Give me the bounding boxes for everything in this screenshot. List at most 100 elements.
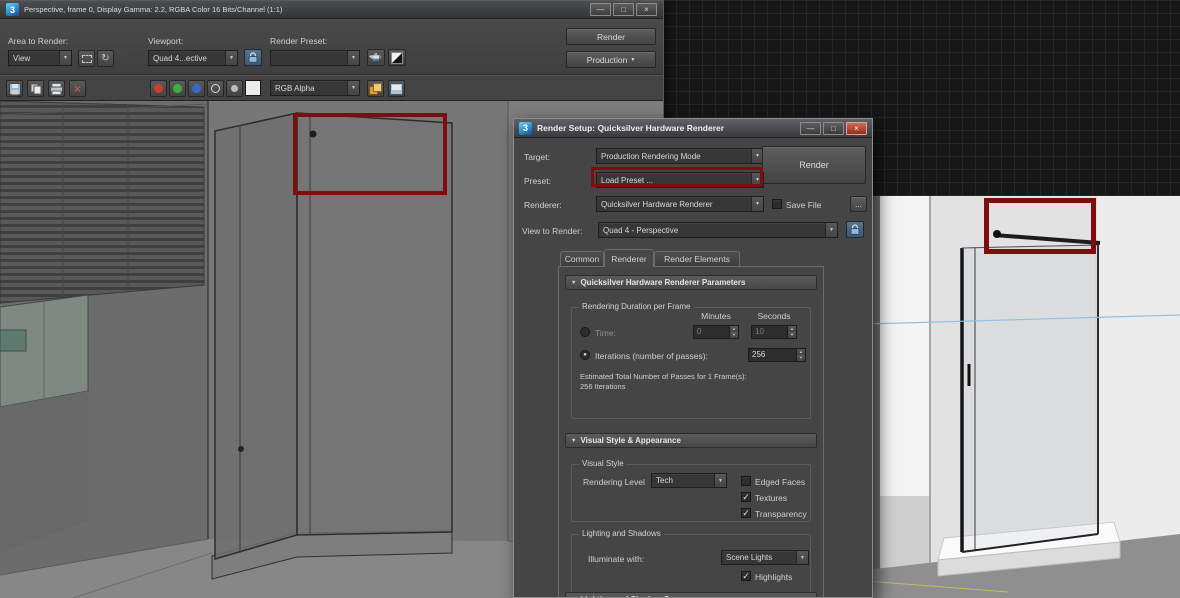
production-mode-button[interactable]: Production ▼ <box>566 51 656 68</box>
chevron-down-icon: ▼ <box>630 56 636 63</box>
view-lock-button[interactable] <box>846 221 864 238</box>
iterations-radio[interactable]: ● <box>580 350 590 360</box>
illuminate-with-select[interactable]: Scene Lights ▼ <box>721 550 809 565</box>
time-seconds-value: 10 <box>755 327 764 336</box>
render-preset-select[interactable]: ▼ <box>270 50 360 66</box>
render-button[interactable]: Render <box>566 28 656 45</box>
edit-region-icon <box>81 54 92 63</box>
maximize-button[interactable]: □ <box>823 121 844 135</box>
area-to-render-select[interactable]: View ▼ <box>8 50 72 66</box>
renderer-select[interactable]: Quicksilver Hardware Renderer ▼ <box>596 196 764 212</box>
channel-display-value: RGB Alpha <box>275 83 315 93</box>
textures-label: Textures <box>755 493 788 503</box>
iterations-field[interactable]: 256 ▲ ▼ <box>748 348 806 362</box>
window-button[interactable] <box>388 80 405 97</box>
dialog-titlebar[interactable]: 3 Render Setup: Quicksilver Hardware Ren… <box>514 119 872 138</box>
blue-channel-icon <box>192 84 201 93</box>
save-image-button[interactable] <box>6 80 23 97</box>
rollout-quicksilver-parameters[interactable]: ▼ Quicksilver Hardware Renderer Paramete… <box>565 275 817 290</box>
time-radio[interactable] <box>580 327 590 337</box>
spinner[interactable]: ▲ ▼ <box>787 326 796 338</box>
chevron-down-icon: ▼ <box>796 551 808 564</box>
seconds-label: Seconds <box>757 311 791 321</box>
highlight-box-preset <box>591 167 763 187</box>
channel-display-select[interactable]: RGB Alpha ▼ <box>270 80 360 96</box>
window-controls: — □ × <box>590 3 657 16</box>
auto-region-button[interactable]: ↻ <box>97 50 114 67</box>
glass-pane <box>0 294 89 553</box>
view-to-render-select[interactable]: Quad 4 - Perspective ▼ <box>598 222 838 238</box>
transparency-label: Transparency <box>755 509 807 519</box>
edged-faces-checkbox[interactable] <box>741 476 751 486</box>
renderer-label: Renderer: <box>524 200 562 210</box>
spin-down-icon[interactable]: ▼ <box>730 332 738 338</box>
estimate-line-2: 256 Iterations <box>580 382 626 391</box>
3dsmax-logo-icon: 3 <box>519 121 532 135</box>
red-channel-icon <box>154 84 163 93</box>
close-button[interactable]: × <box>636 3 657 16</box>
rollout-title: Quicksilver Hardware Renderer Parameters <box>580 278 746 287</box>
rollout-lighting-shadow-quality[interactable]: ▼ Lighting and Shadow Qu <box>565 592 817 597</box>
layers-button[interactable] <box>367 80 384 97</box>
viewport-lock-button[interactable] <box>244 49 262 66</box>
window-blinds <box>0 101 205 304</box>
print-image-button[interactable] <box>48 80 65 97</box>
iterations-label: Iterations (number of passes): <box>595 351 708 361</box>
production-mode-label: Production <box>586 54 628 65</box>
save-file-checkbox[interactable] <box>772 199 782 209</box>
dialog-window-controls: — □ × <box>800 121 867 135</box>
blue-channel-button[interactable] <box>188 80 205 97</box>
time-minutes-value: 0 <box>697 327 702 336</box>
transparency-checkbox[interactable]: ✓ <box>741 508 751 518</box>
close-button[interactable]: × <box>846 121 867 135</box>
clear-button[interactable]: × <box>69 80 86 97</box>
time-seconds-field[interactable]: 10 ▲ ▼ <box>751 325 797 339</box>
tab-renderer[interactable]: Renderer <box>604 249 654 267</box>
frame-window-titlebar[interactable]: 3 Perspective, frame 0, Display Gamma: 2… <box>0 1 663 19</box>
alpha-channel-button[interactable] <box>207 80 224 97</box>
rendering-level-select[interactable]: Tech ▼ <box>651 473 727 488</box>
browse-button[interactable]: ... <box>850 196 867 212</box>
viewport-label: Viewport: <box>148 36 184 46</box>
textures-checkbox[interactable]: ✓ <box>741 492 751 502</box>
renderer-tab-panel: ▼ Quicksilver Hardware Renderer Paramete… <box>558 266 824 597</box>
view-to-render-label: View to Render: <box>522 226 583 236</box>
lock-icon <box>850 224 860 235</box>
highlight-box-left <box>293 113 447 195</box>
rollout-title: Visual Style & Appearance <box>580 436 681 445</box>
duration-group-label: Rendering Duration per Frame <box>579 302 694 311</box>
spinner[interactable]: ▲ ▼ <box>729 326 738 338</box>
maximize-button[interactable]: □ <box>613 3 634 16</box>
chevron-down-icon: ▼ <box>751 197 763 211</box>
target-select[interactable]: Production Rendering Mode ▼ <box>596 148 764 164</box>
edit-region-button[interactable] <box>78 50 95 67</box>
layers-icon <box>369 82 382 95</box>
renderer-value: Quicksilver Hardware Renderer <box>601 199 713 209</box>
highlights-checkbox[interactable]: ✓ <box>741 571 751 581</box>
red-channel-button[interactable] <box>150 80 167 97</box>
minimize-button[interactable]: — <box>800 121 821 135</box>
copy-image-button[interactable] <box>27 80 44 97</box>
gamma-button[interactable] <box>388 49 406 66</box>
view-to-render-value: Quad 4 - Perspective <box>603 225 679 235</box>
copy-icon <box>30 83 41 94</box>
viewport-select[interactable]: Quad 4...ective ▼ <box>148 50 238 66</box>
spin-down-icon[interactable]: ▼ <box>797 355 805 361</box>
teapot-icon <box>369 53 382 61</box>
estimate-line-1: Estimated Total Number of Passes for 1 F… <box>580 372 747 381</box>
3dsmax-logo-icon: 3 <box>6 3 19 16</box>
time-minutes-field[interactable]: 0 ▲ ▼ <box>693 325 739 339</box>
tab-render-elements[interactable]: Render Elements <box>654 251 740 266</box>
background-color-swatch[interactable] <box>245 80 261 96</box>
spin-down-icon[interactable]: ▼ <box>788 332 796 338</box>
monochrome-button[interactable] <box>226 80 243 97</box>
render-setup-button[interactable] <box>367 49 385 66</box>
minutes-label: Minutes <box>701 311 731 321</box>
green-channel-button[interactable] <box>169 80 186 97</box>
render-button[interactable]: Render <box>762 146 866 184</box>
minimize-button[interactable]: — <box>590 3 611 16</box>
spinner[interactable]: ▲ ▼ <box>796 349 805 361</box>
rollout-visual-style[interactable]: ▼ Visual Style & Appearance <box>565 433 817 448</box>
tab-common[interactable]: Common <box>560 251 604 266</box>
chevron-down-icon: ▼ <box>571 437 577 444</box>
